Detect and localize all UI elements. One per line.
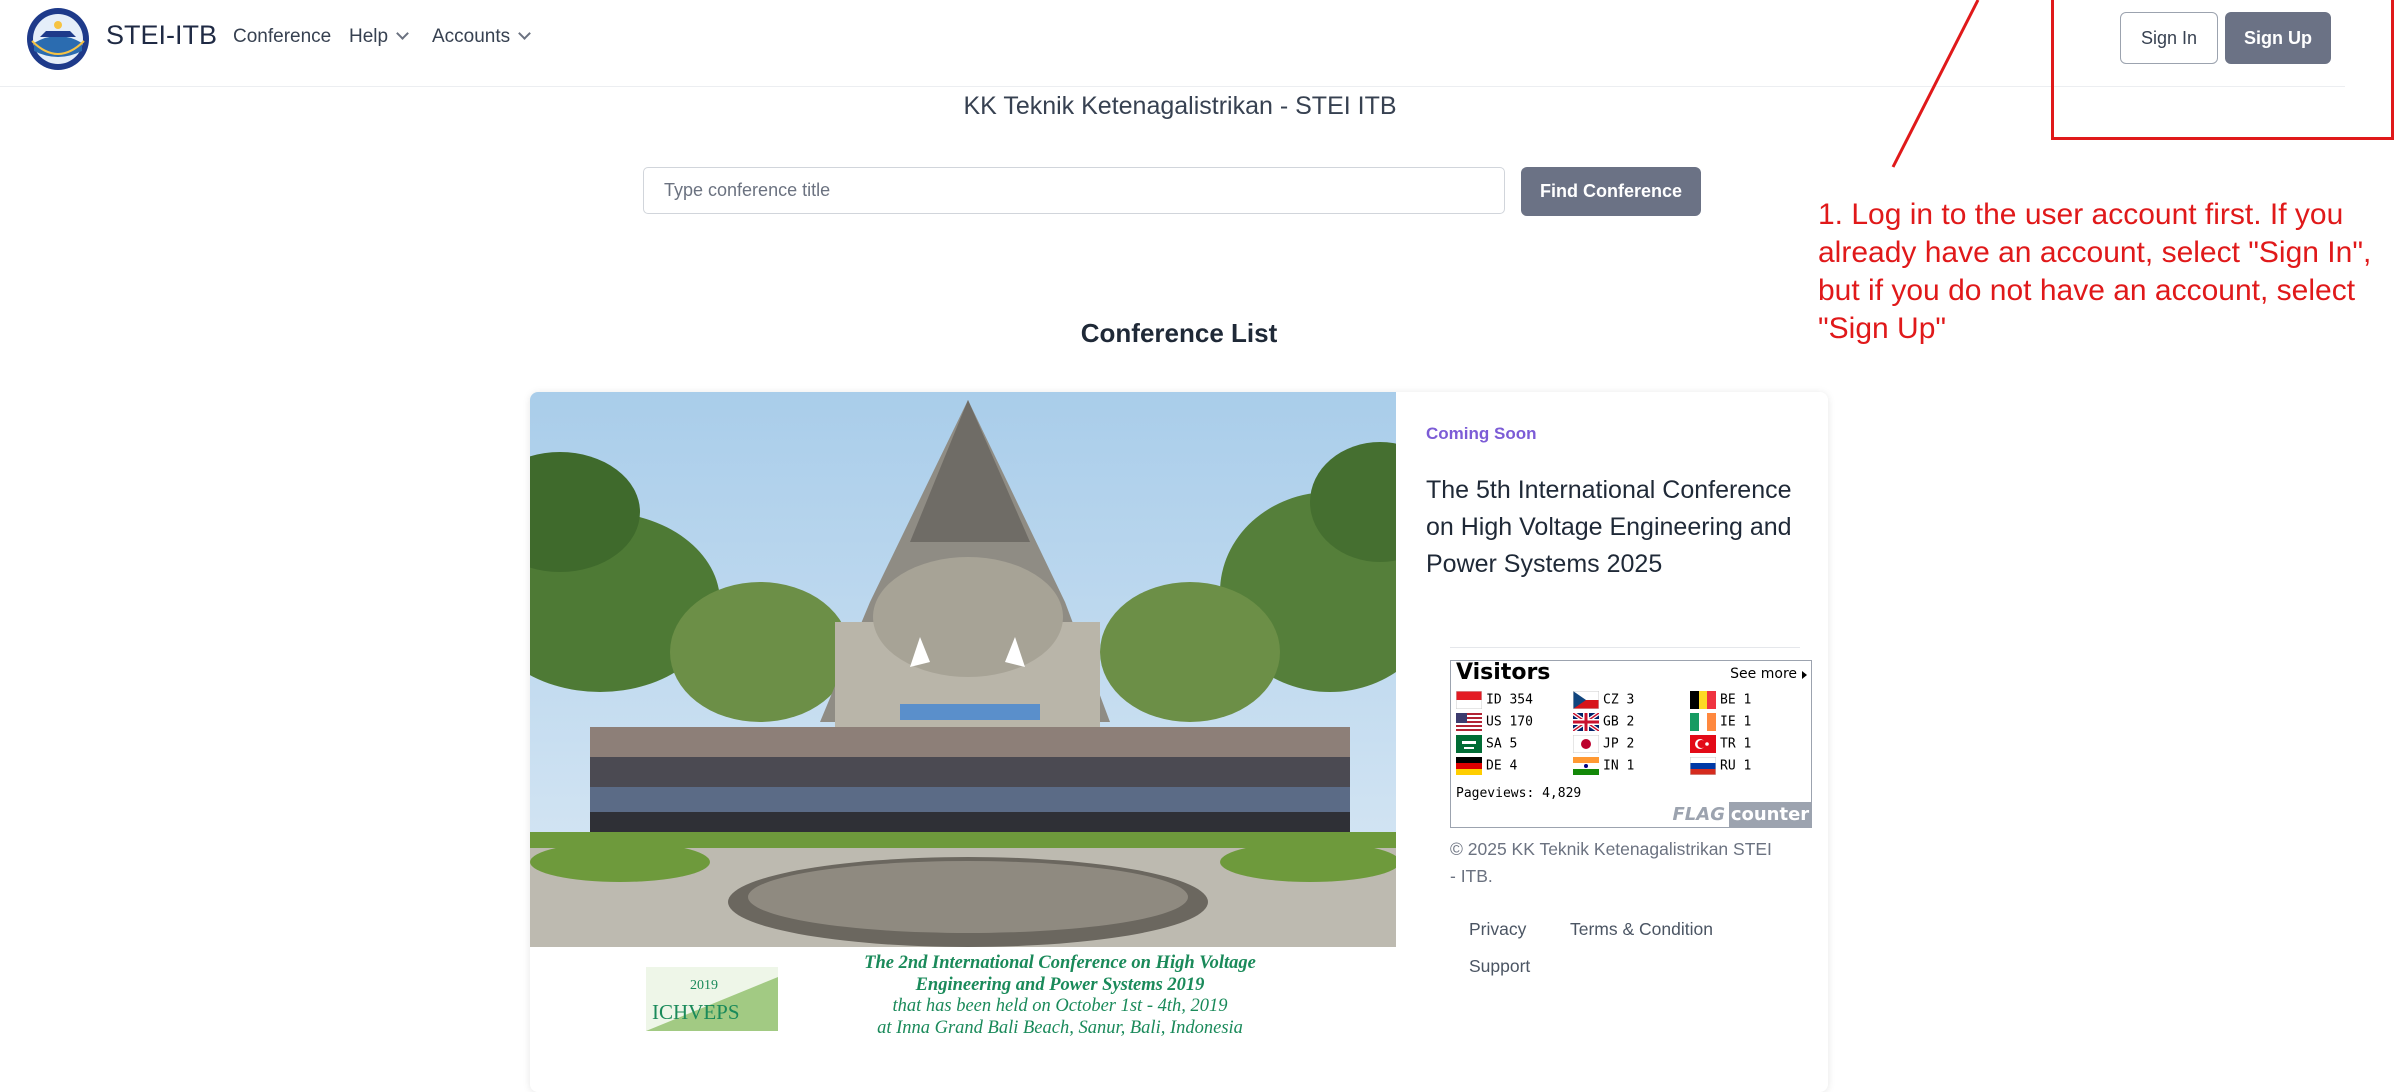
- flag-code: IE: [1720, 714, 1736, 730]
- flag-count: 2: [1626, 714, 1635, 730]
- flag-code: DE: [1486, 758, 1502, 774]
- flag-entry: SA 5: [1456, 735, 1517, 753]
- flag-count: 3: [1626, 692, 1635, 708]
- flag-count: 2: [1626, 736, 1635, 752]
- ichveps-logo-name: ICHVEPS: [652, 1000, 740, 1024]
- copyright-text: © 2025 KK Teknik Ketenagalistrikan STEI …: [1450, 839, 1772, 886]
- flag-sa-icon: [1456, 735, 1482, 753]
- flag-counter-logo-flag: FLAG: [1672, 804, 1725, 825]
- flag-entry: US 170: [1456, 713, 1533, 731]
- flag-code: IN: [1603, 758, 1619, 774]
- chevron-down-icon: [396, 27, 409, 40]
- flag-entry: RU 1: [1689, 756, 1752, 776]
- flag-de-icon: [1456, 757, 1482, 775]
- nav-conference-label: Conference: [233, 26, 332, 47]
- flag-counter-logo-counter: counter: [1729, 802, 1811, 827]
- caption-line-3: that has been held on October 1st - 4th,…: [892, 996, 1228, 1016]
- conference-photo[interactable]: [530, 392, 1396, 947]
- ichveps-logo-year: 2019: [690, 978, 718, 993]
- flag-code: BE: [1720, 692, 1736, 708]
- page-title: KK Teknik Ketenagalistrikan - STEI ITB: [963, 92, 1397, 120]
- flag-ru-icon: [1689, 756, 1717, 776]
- flag-be-icon: [1690, 691, 1716, 709]
- privacy-link[interactable]: Privacy: [1469, 919, 1526, 940]
- flag-count: 4: [1509, 758, 1518, 774]
- flag-count: 1: [1743, 736, 1752, 752]
- caption-line-4: at Inna Grand Bali Beach, Sanur, Bali, I…: [877, 1017, 1243, 1038]
- nav-help-label: Help: [349, 26, 389, 47]
- caret-right-icon: [1802, 671, 1807, 679]
- conference-card: 2019 ICHVEPS The 2nd International Confe…: [530, 392, 1828, 1092]
- flag-counter-pageviews: Pageviews: 4,829: [1456, 786, 1582, 801]
- flag-id-icon: [1455, 690, 1483, 710]
- flag-entry: GB 2: [1571, 711, 1635, 733]
- conference-search-input[interactable]: [643, 167, 1505, 214]
- chevron-down-icon: [518, 27, 532, 40]
- find-conference-button[interactable]: Find Conference: [1521, 167, 1701, 216]
- flag-jp-icon: [1572, 734, 1600, 754]
- nav-accounts[interactable]: Accounts: [432, 26, 532, 48]
- caption-line-2: Engineering and Power Systems 2019: [915, 974, 1205, 995]
- conference-list-title: Conference List: [1080, 318, 1278, 348]
- photo-caption: 2019 ICHVEPS The 2nd International Confe…: [530, 947, 1396, 1092]
- flag-in-icon: [1573, 757, 1599, 775]
- flag-counter-see-more[interactable]: See more: [1730, 666, 1797, 682]
- caption-text: The 2nd International Conference on High…: [770, 953, 1350, 1039]
- flag-code: ID: [1486, 692, 1502, 708]
- flag-code: SA: [1486, 736, 1502, 752]
- status-badge: Coming Soon: [1426, 424, 1537, 443]
- support-link[interactable]: Support: [1469, 956, 1530, 977]
- flag-count: 170: [1509, 714, 1533, 730]
- terms-link[interactable]: Terms & Condition: [1570, 919, 1713, 940]
- flag-counter-logo[interactable]: FLAG counter: [1649, 802, 1811, 827]
- flag-us-icon: [1456, 713, 1482, 731]
- nav-accounts-label: Accounts: [432, 26, 511, 47]
- caption-line-1: The 2nd International Conference on High…: [864, 953, 1256, 973]
- flag-entry: ID 354: [1455, 690, 1533, 710]
- flag-ie-icon: [1690, 713, 1716, 731]
- flag-count: 1: [1626, 758, 1635, 774]
- flag-entry: IE 1: [1690, 713, 1751, 731]
- flag-count: 1: [1743, 714, 1752, 730]
- flag-gb-icon: [1571, 711, 1601, 733]
- flag-code: RU: [1720, 758, 1736, 774]
- nav-help[interactable]: Help: [349, 26, 409, 48]
- flag-entry: IN 1: [1573, 757, 1634, 775]
- flag-code: JP: [1603, 736, 1619, 752]
- ichveps-logo: 2019 ICHVEPS: [646, 967, 778, 1031]
- flag-entry: JP 2: [1572, 734, 1635, 754]
- flag-code: TR: [1720, 736, 1736, 752]
- flag-count: 1: [1743, 758, 1752, 774]
- nav-conference[interactable]: Conference: [233, 26, 331, 48]
- flag-entry: DE 4: [1456, 757, 1517, 775]
- flag-entry: BE 1: [1690, 691, 1751, 709]
- flag-code: US: [1486, 714, 1502, 730]
- flag-code: CZ: [1603, 692, 1619, 708]
- brand-name[interactable]: STEI-ITB: [106, 20, 217, 51]
- conference-title[interactable]: The 5th International Conference on High…: [1426, 472, 1806, 583]
- flag-counter-title: Visitors: [1456, 660, 1551, 685]
- flag-count: 354: [1509, 692, 1533, 708]
- flag-count: 5: [1509, 736, 1518, 752]
- flag-entry: TR 1: [1690, 735, 1751, 753]
- flag-tr-icon: [1690, 735, 1716, 753]
- flag-cz-icon: [1572, 690, 1600, 710]
- flag-count: 1: [1743, 692, 1752, 708]
- flag-code: GB: [1603, 714, 1619, 730]
- flag-counter-widget[interactable]: Visitors See more ID 354 US 170 SA 5 DE …: [1450, 660, 1812, 828]
- divider: [1450, 647, 1800, 648]
- flag-entry: CZ 3: [1572, 690, 1635, 710]
- stei-itb-logo[interactable]: [26, 7, 90, 71]
